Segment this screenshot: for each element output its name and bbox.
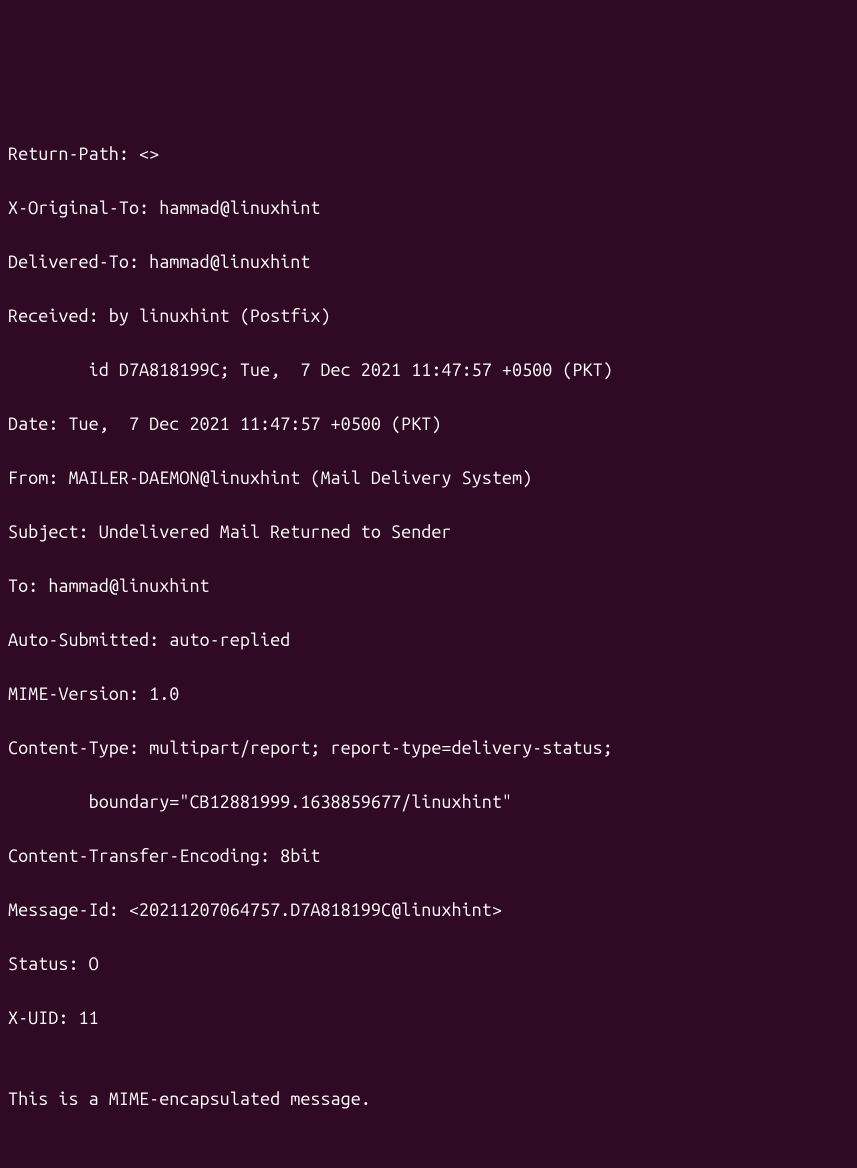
mail-header-line: boundary="CB12881999.1638859677/linuxhin…: [8, 789, 849, 816]
mail-header-line: X-UID: 11: [8, 1005, 849, 1032]
mail-header-line: From: MAILER-DAEMON@linuxhint (Mail Deli…: [8, 465, 849, 492]
mail-header-line: id D7A818199C; Tue, 7 Dec 2021 11:47:57 …: [8, 357, 849, 384]
mail-header-line: Return-Path: <>: [8, 141, 849, 168]
mail-header-line: Date: Tue, 7 Dec 2021 11:47:57 +0500 (PK…: [8, 411, 849, 438]
mail-header-line: X-Original-To: hammad@linuxhint: [8, 195, 849, 222]
mail-header-line: MIME-Version: 1.0: [8, 681, 849, 708]
mime-boundary-line: --CB12881999.1638859677/linuxhint: [8, 1167, 849, 1168]
mail-header-line: Content-Transfer-Encoding: 8bit: [8, 843, 849, 870]
mail-header-line: Content-Type: multipart/report; report-t…: [8, 735, 849, 762]
mail-header-line: Status: O: [8, 951, 849, 978]
mail-header-line: To: hammad@linuxhint: [8, 573, 849, 600]
mail-header-line: Delivered-To: hammad@linuxhint: [8, 249, 849, 276]
mail-header-line: Subject: Undelivered Mail Returned to Se…: [8, 519, 849, 546]
mail-header-line: Received: by linuxhint (Postfix): [8, 303, 849, 330]
mail-header-line: Auto-Submitted: auto-replied: [8, 627, 849, 654]
mail-body-line: This is a MIME-encapsulated message.: [8, 1086, 849, 1113]
terminal-output: Return-Path: <> X-Original-To: hammad@li…: [8, 114, 849, 1168]
mail-header-line: Message-Id: <20211207064757.D7A818199C@l…: [8, 897, 849, 924]
